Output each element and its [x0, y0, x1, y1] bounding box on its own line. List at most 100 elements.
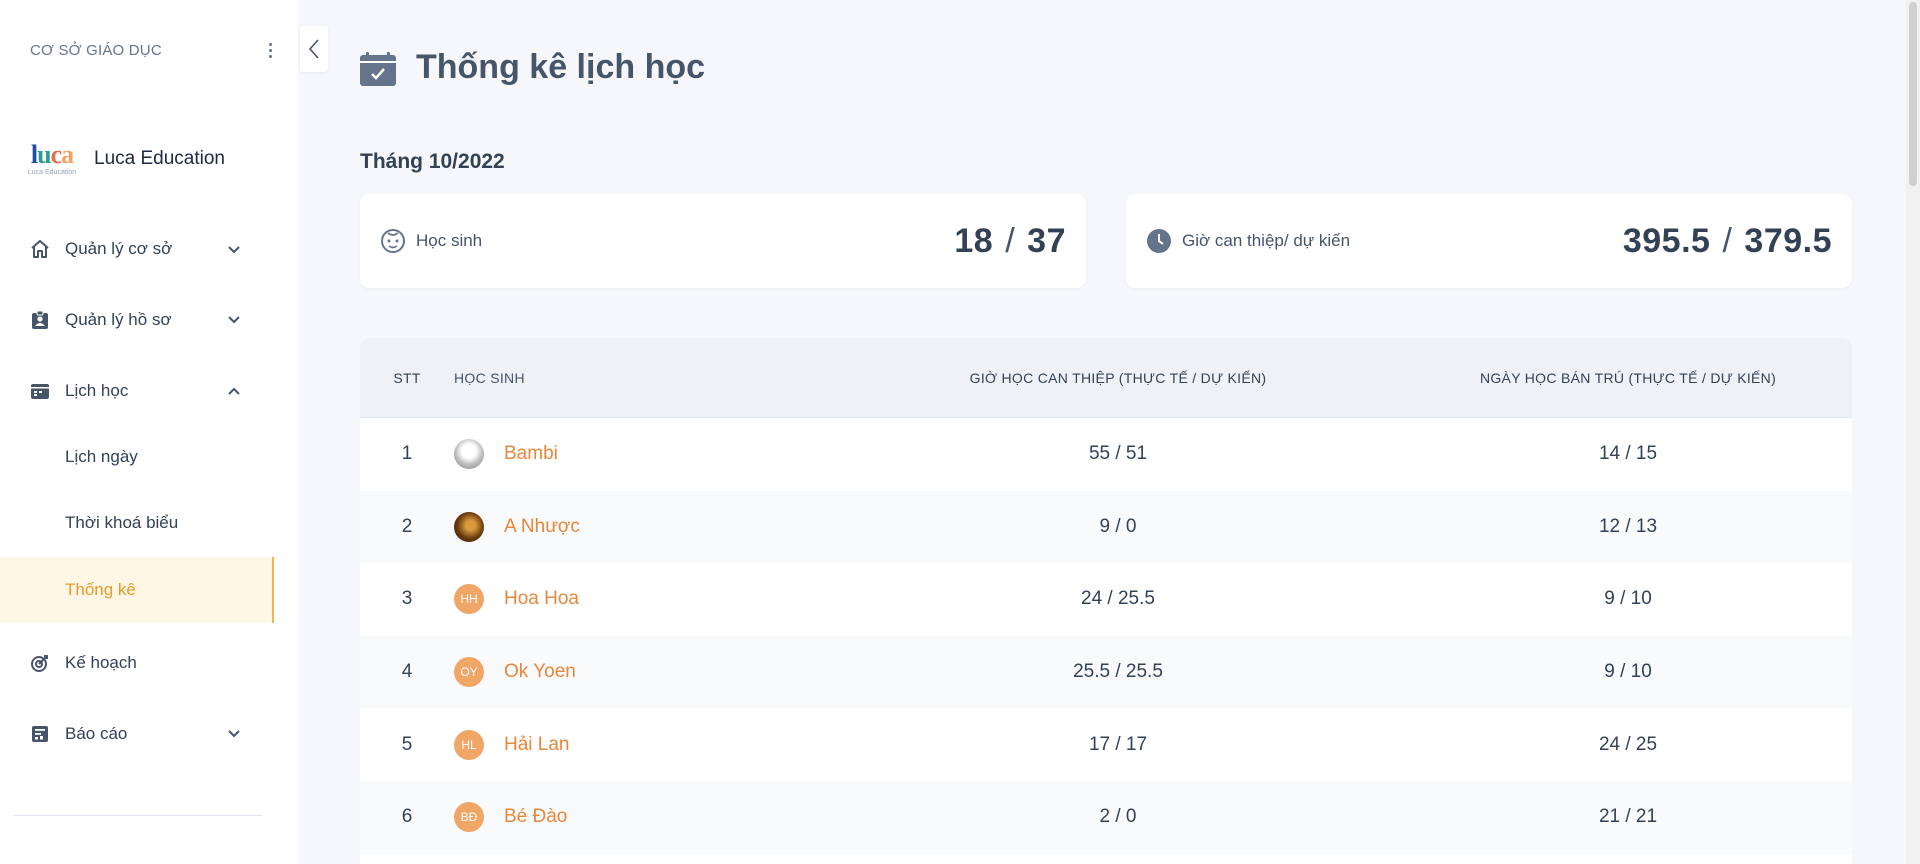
row-days: 9 / 10	[1604, 588, 1652, 610]
row-student: A Nhược	[454, 511, 832, 542]
schedule-stats-table: STT HỌC SINH GIỜ HỌC CAN THIỆP (THỰC TẾ …	[360, 338, 1852, 864]
hours-stat-card: Giờ can thiệp/ dự kiến 395.5 / 379.5	[1126, 194, 1852, 288]
row-student: HH Hoa Hoa	[454, 584, 832, 615]
row-hours: 2 / 0	[1099, 806, 1137, 828]
chevron-down-icon	[228, 730, 240, 738]
table-row[interactable]: 6 BĐ Bé Đào 2 / 0 21 / 21	[360, 780, 1852, 854]
row-days: 21 / 21	[1598, 806, 1658, 828]
row-hours: 25.5 / 25.5	[1073, 661, 1163, 683]
avatar	[454, 439, 484, 470]
table-row[interactable]: 2 A Nhược 9 / 0 12 / 13	[360, 490, 1852, 564]
row-stt: 6	[401, 806, 413, 828]
row-hours: 55 / 51	[1088, 443, 1148, 465]
more-options-icon[interactable]	[260, 38, 280, 62]
row-days: 9 / 10	[1604, 661, 1652, 683]
avatar: HH	[454, 584, 484, 615]
page-header: Thống kê lịch học	[360, 48, 705, 87]
row-days: 12 / 13	[1598, 515, 1658, 537]
row-hours: 17 / 17	[1088, 733, 1148, 755]
sidebar-item-lich-hoc[interactable]: Lịch học	[0, 367, 274, 415]
sidebar-item-label: Quản lý hồ sơ	[65, 310, 172, 329]
row-student: Bambi	[454, 439, 832, 470]
students-actual: 18	[954, 221, 994, 260]
org-label: CƠ SỞ GIÁO DỤC	[30, 41, 162, 59]
row-student: BĐ Bé Đào	[454, 802, 832, 833]
sidebar-item-bao-cao[interactable]: Báo cáo	[0, 710, 274, 758]
column-header-stt: STT	[393, 369, 421, 386]
row-stt: 1	[401, 443, 413, 465]
chevron-down-icon	[228, 316, 240, 324]
brand[interactable]: luca Luca Education Luca Education	[26, 136, 225, 182]
row-hours: 24 / 25.5	[1081, 588, 1155, 610]
table-row[interactable]: 5 HL Hải Lan 17 / 17 24 / 25	[360, 708, 1852, 781]
table-body: 1 Bambi 55 / 51 14 / 15 2 A Nhược 9 / 0 …	[360, 418, 1852, 854]
sidebar-subitem-thong-ke[interactable]: Thống kê	[0, 557, 274, 623]
home-icon	[30, 239, 50, 259]
student-name-link[interactable]: Ok Yoen	[504, 661, 576, 683]
student-name-link[interactable]: Bé Đào	[504, 806, 567, 828]
students-sep: /	[1005, 221, 1016, 260]
sidebar-item-label: Báo cáo	[65, 724, 128, 743]
page-title: Thống kê lịch học	[416, 48, 706, 86]
table-header: STT HỌC SINH GIỜ HỌC CAN THIỆP (THỰC TẾ …	[360, 338, 1852, 418]
column-header-hours: GIỜ HỌC CAN THIỆP (THỰC TẾ / DỰ KIẾN)	[969, 369, 1267, 386]
sidebar-item-label: Quản lý cơ sở	[65, 239, 173, 258]
column-header-student: HỌC SINH	[454, 369, 525, 386]
hours-planned: 379.5	[1744, 221, 1832, 260]
column-header-days: NGÀY HỌC BÁN TRÚ (THỰC TẾ / DỰ KIẾN)	[1479, 369, 1777, 386]
clock-icon	[1147, 229, 1171, 253]
avatar: HL	[454, 729, 484, 760]
student-name-link[interactable]: Bambi	[504, 443, 558, 465]
sidebar-item-label: Lịch học	[65, 381, 129, 400]
table-row[interactable]: 4 OY Ok Yoen 25.5 / 25.5 9 / 10	[360, 635, 1852, 709]
brand-logo: luca Luca Education	[27, 139, 77, 176]
row-stt: 2	[401, 515, 413, 537]
target-icon	[30, 653, 50, 673]
sidebar-subitem-thoi-khoa-bieu[interactable]: Thời khoá biểu	[0, 499, 274, 547]
sidebar: CƠ SỞ GIÁO DỤC luca Luca Education Luca …	[0, 0, 298, 864]
org-header: CƠ SỞ GIÁO DỤC	[30, 38, 280, 62]
avatar: OY	[454, 657, 484, 688]
table-row[interactable]: 1 Bambi 55 / 51 14 / 15	[360, 418, 1852, 491]
row-stt: 4	[401, 661, 413, 683]
sidebar-item-quan-ly-ho-so[interactable]: Quản lý hồ sơ	[0, 296, 274, 344]
sidebar-item-quan-ly-co-so[interactable]: Quản lý cơ sở	[0, 226, 274, 272]
row-days: 24 / 25	[1598, 733, 1658, 755]
table-row[interactable]: 3 HH Hoa Hoa 24 / 25.5 9 / 10	[360, 563, 1852, 636]
sidebar-item-ke-hoach[interactable]: Kế hoạch	[0, 639, 274, 687]
month-label: Tháng 10/2022	[360, 150, 505, 173]
chevron-left-icon	[308, 39, 319, 59]
avatar	[454, 511, 484, 542]
students-stat-label: Học sinh	[416, 231, 483, 250]
row-hours: 9 / 0	[1099, 515, 1137, 537]
row-days: 14 / 15	[1598, 443, 1658, 465]
chevron-down-icon	[228, 246, 240, 254]
chevron-up-icon	[228, 387, 240, 395]
calendar-icon	[30, 381, 50, 401]
sidebar-subitem-lich-ngay[interactable]: Lịch ngày	[0, 433, 274, 481]
collapse-sidebar-button[interactable]	[300, 26, 328, 72]
report-icon	[30, 724, 50, 744]
student-name-link[interactable]: Hải Lan	[504, 734, 570, 756]
calendar-check-icon	[360, 51, 396, 86]
brand-name: Luca Education	[94, 148, 225, 169]
sidebar-item-label: Kế hoạch	[65, 653, 137, 672]
hours-actual: 395.5	[1622, 221, 1711, 260]
sidebar-divider	[14, 815, 262, 816]
page-scrollbar[interactable]	[1906, 0, 1920, 864]
hours-sep: /	[1722, 221, 1733, 260]
students-planned: 37	[1027, 221, 1066, 260]
child-face-icon	[381, 229, 405, 253]
hours-stat-value: 395.5 / 379.5	[1623, 222, 1832, 261]
brand-logo-sub: Luca Education	[27, 168, 77, 176]
students-stat-card: Học sinh 18 / 37	[360, 194, 1086, 288]
row-stt: 5	[401, 733, 413, 755]
student-name-link[interactable]: Hoa Hoa	[504, 588, 579, 610]
student-name-link[interactable]: A Nhược	[504, 516, 580, 538]
id-badge-icon	[30, 310, 50, 330]
sidebar-nav: Quản lý cơ sở Quản lý hồ sơ Lịch học Lịc…	[0, 226, 274, 758]
row-stt: 3	[401, 588, 413, 610]
students-stat-value: 18 / 37	[954, 222, 1066, 261]
row-student: HL Hải Lan	[454, 729, 832, 760]
scrollbar-thumb[interactable]	[1909, 2, 1917, 186]
